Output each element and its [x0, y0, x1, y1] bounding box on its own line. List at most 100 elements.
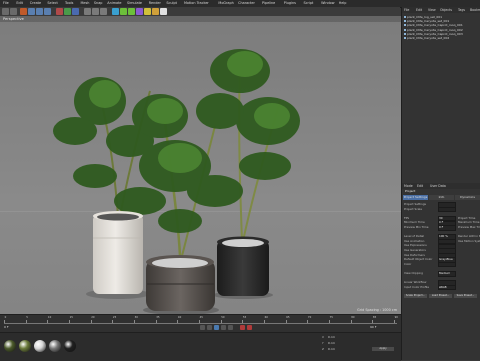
menu-item[interactable]: Snap — [94, 1, 103, 5]
menu-item[interactable]: Help — [339, 1, 347, 5]
property-label: View Clipping — [404, 271, 423, 275]
record-icon[interactable] — [240, 325, 245, 330]
property-value: 0 F — [439, 225, 444, 229]
object-row[interactable]: plant_CMe_Caryota_set_002 — [404, 36, 479, 40]
object-manager-menu-item[interactable]: View — [428, 8, 436, 12]
object-icon — [404, 16, 406, 18]
property-field[interactable] — [438, 262, 456, 268]
timeline-frame-label: 50 — [221, 316, 225, 319]
timeline-frame-label: 75 — [329, 316, 333, 319]
material-swatch[interactable] — [19, 340, 31, 352]
menu-item[interactable]: Plugins — [284, 1, 296, 5]
timeline[interactable]: 0 5 10 15 20 25 30 35 40 45 50 55 60 65 70 75 80 85 90 0 F… — [0, 314, 401, 333]
menu-item[interactable]: File — [3, 1, 9, 5]
scene-icon[interactable] — [144, 8, 151, 15]
menu-item[interactable]: Mesh — [81, 1, 90, 5]
menu-item[interactable]: Pipeline — [262, 1, 275, 5]
property-label: Use Expressions — [404, 243, 427, 248]
timeline-frame-label: 20 — [91, 316, 95, 319]
scale-icon[interactable] — [36, 8, 43, 15]
render-settings-icon[interactable] — [100, 8, 107, 15]
object-manager-menu-item[interactable]: Edit — [416, 8, 422, 12]
material-swatch[interactable] — [4, 340, 16, 352]
property-value: Gray-Blue — [439, 257, 453, 262]
autokey-icon[interactable] — [247, 325, 252, 330]
attribute-menu-item[interactable]: Mode — [404, 184, 413, 188]
go-to-start-icon[interactable] — [200, 325, 205, 330]
menu-item[interactable]: Select — [47, 1, 57, 5]
attribute-tab[interactable]: Dynamics — [455, 195, 480, 200]
property-value: 0 F — [439, 220, 444, 225]
menu-item[interactable]: Script — [304, 1, 314, 5]
previous-frame-icon[interactable] — [207, 325, 212, 330]
menu-item[interactable]: Create — [30, 1, 41, 5]
deformer-icon[interactable] — [136, 8, 143, 15]
property-button[interactable]: Save Preset... — [454, 294, 477, 298]
timeline-tick — [329, 320, 330, 323]
coordinate-value[interactable]: 0 cm — [328, 335, 335, 339]
property-button[interactable]: Scale Project... — [404, 294, 427, 298]
menu-item[interactable]: Motion Tracker — [184, 1, 209, 5]
property-label: Preview Max Time — [458, 225, 480, 229]
move-icon[interactable] — [28, 8, 35, 15]
render-view-icon[interactable] — [84, 8, 91, 15]
x-axis-icon[interactable] — [56, 8, 63, 15]
material-swatch[interactable] — [34, 340, 46, 352]
redo-icon[interactable] — [10, 8, 17, 15]
object-manager-menu-item[interactable]: File — [404, 8, 409, 12]
material-swatch[interactable] — [64, 340, 76, 352]
spline-icon[interactable] — [120, 8, 127, 15]
go-to-end-icon[interactable] — [228, 325, 233, 330]
object-icon — [404, 36, 406, 39]
object-manager-menu: File Edit View Objects Tags Bookmarks — [402, 7, 480, 13]
object-manager-menu-item[interactable]: Objects — [440, 8, 452, 12]
timeline-ruler[interactable]: 0 5 10 15 20 25 30 35 40 45 50 55 60 65 70 75 80 85 90 — [4, 316, 398, 324]
coordinate-axis-label: X — [322, 335, 324, 339]
menu-item[interactable]: Character — [238, 1, 255, 5]
attribute-menu-item[interactable]: Edit — [417, 184, 423, 188]
menu-item[interactable]: Sculpt — [166, 1, 177, 5]
camera-icon[interactable] — [152, 8, 159, 15]
attribute-tabs: Project Settings Info Dynamics — [402, 195, 480, 200]
live-select-icon[interactable] — [20, 8, 27, 15]
next-frame-icon[interactable] — [221, 325, 226, 330]
menu-item[interactable]: Render — [149, 1, 161, 5]
menu-item[interactable]: MoGraph — [218, 1, 233, 5]
timeline-tick — [69, 320, 70, 323]
apply-button[interactable]: Apply — [372, 347, 394, 351]
property-label: Project Scale — [404, 206, 422, 211]
attribute-tab[interactable]: Project Settings — [403, 195, 428, 200]
menu-item[interactable]: Tools — [65, 1, 73, 5]
material-swatch[interactable] — [49, 340, 61, 352]
timeline-tick — [177, 320, 179, 323]
menu-item[interactable]: Window — [321, 1, 334, 5]
undo-icon[interactable] — [2, 8, 9, 15]
property-field[interactable] — [438, 206, 456, 213]
light-icon[interactable] — [160, 8, 167, 15]
y-axis-icon[interactable] — [64, 8, 71, 15]
property-button[interactable]: Load Preset... — [429, 294, 452, 298]
z-axis-icon[interactable] — [72, 8, 79, 15]
menu-item[interactable]: Edit — [16, 1, 23, 5]
timeline-frame-label: 90 — [394, 316, 398, 319]
timeline-frame-label: 45 — [199, 316, 203, 319]
attribute-title: Project — [405, 189, 416, 193]
plants-scene — [53, 49, 300, 314]
object-manager-menu-item[interactable]: Bookmarks — [470, 8, 480, 12]
timeline-tick — [242, 320, 244, 323]
render-picture-icon[interactable] — [92, 8, 99, 15]
timeline-tick — [155, 320, 157, 323]
coordinate-value[interactable]: 0 cm — [328, 347, 335, 351]
viewport[interactable]: Perspective Grid Spacing: 1000 cm — [0, 16, 401, 314]
attribute-menu-item[interactable]: User Data — [430, 184, 446, 188]
object-manager-menu-item[interactable]: Tags — [458, 8, 465, 12]
cube-icon[interactable] — [112, 8, 119, 15]
rotate-icon[interactable] — [44, 8, 51, 15]
attribute-tab[interactable]: Info — [429, 195, 454, 200]
menu-item[interactable]: Animate — [107, 1, 121, 5]
nurbs-icon[interactable] — [128, 8, 135, 15]
play-icon[interactable] — [214, 325, 219, 330]
menu-item[interactable]: Simulate — [127, 1, 142, 5]
coordinate-value[interactable]: 0 cm — [328, 341, 335, 345]
object-list: plant_CMe_log_set_001 plant_CMe_Caryota_s… — [404, 15, 479, 40]
